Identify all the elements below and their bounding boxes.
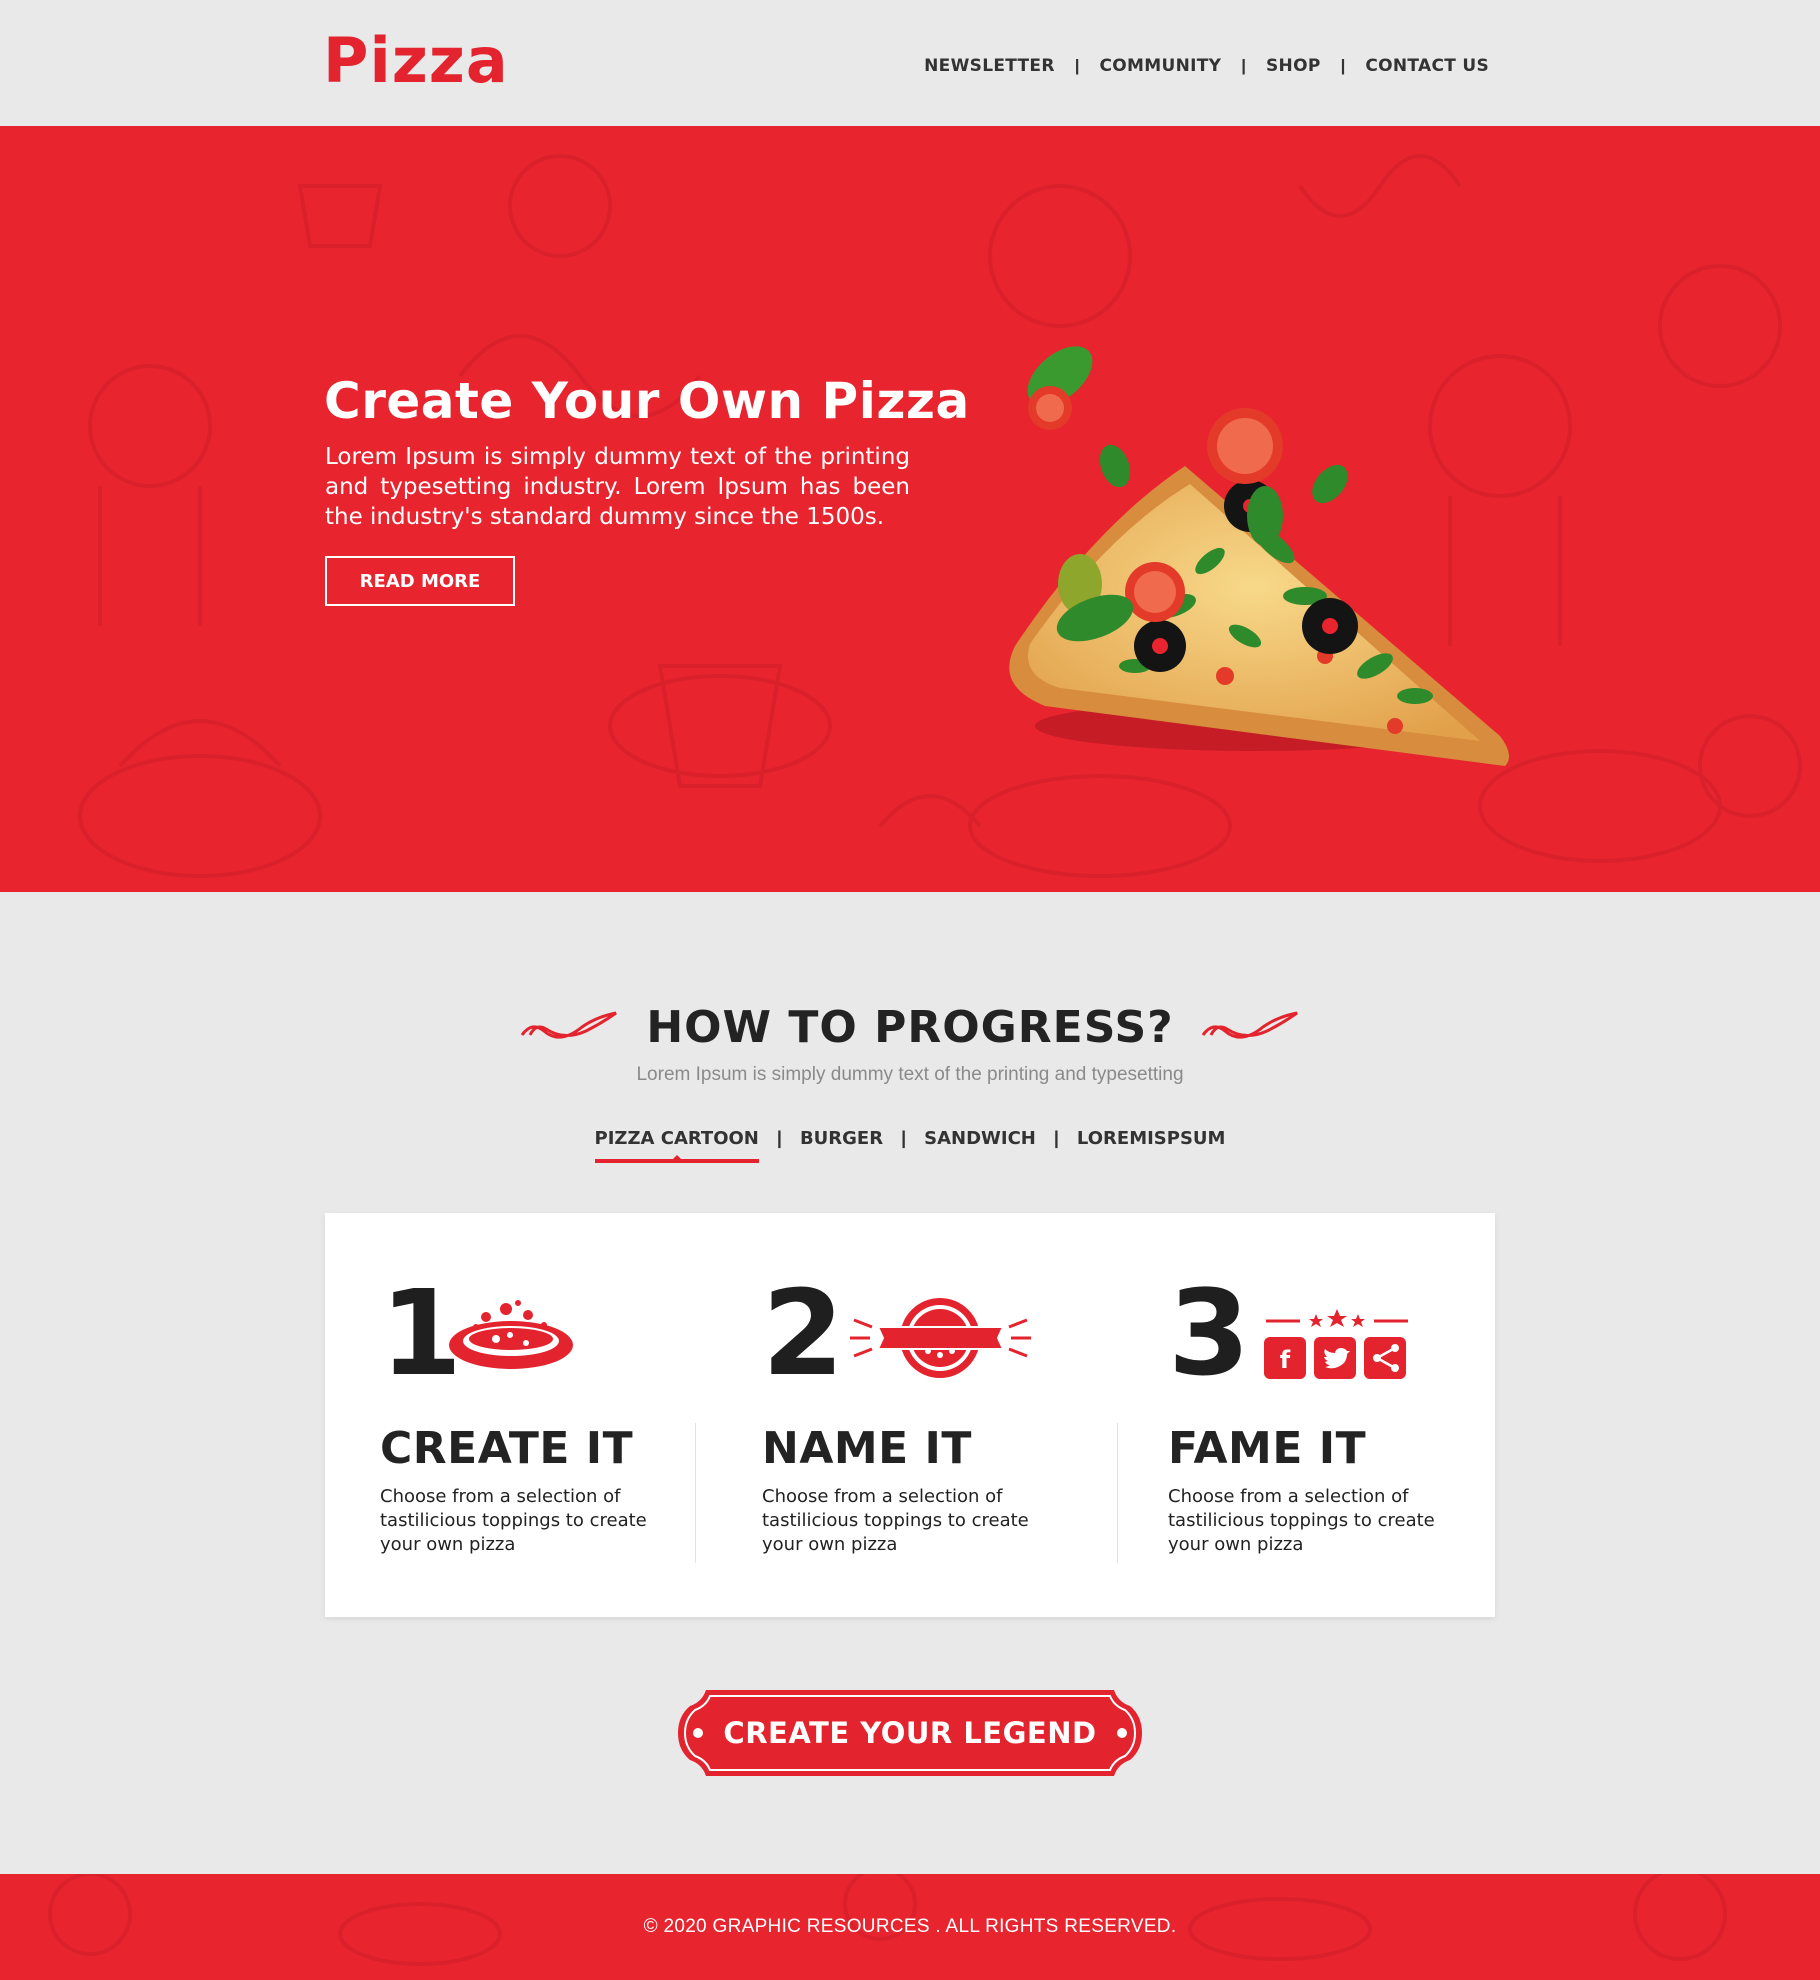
tab-separator: |	[776, 1128, 782, 1148]
pizza-icon	[449, 1300, 573, 1369]
step-description: Choose from a selection of tastilicious …	[1168, 1486, 1435, 1555]
step-create-it: 1 CREATE IT Choose from a selection of t…	[380, 1213, 700, 1617]
nav-separator: |	[1340, 56, 1346, 75]
pizza-slice-image	[1009, 346, 1509, 766]
hero-title: Create Your Own Pizza	[324, 372, 970, 430]
category-tabs: PIZZA CARTOON | BURGER | SANDWICH | LORE…	[0, 1128, 1820, 1163]
steps-card: 1 CREATE IT Choose from a selection of t…	[325, 1213, 1495, 1617]
step-name-it: 2 NAME IT Choose from a selection of tas…	[762, 1213, 1082, 1617]
step-divider	[1117, 1423, 1118, 1563]
hero-description: Lorem Ipsum is simply dummy text of the …	[325, 444, 910, 530]
site-header: Pizza NEWSLETTER | COMMUNITY | SHOP | CO…	[0, 0, 1820, 126]
svg-text:f: f	[1280, 1346, 1291, 1374]
tab-sandwich[interactable]: SANDWICH	[924, 1128, 1036, 1163]
site-logo[interactable]: Pizza	[323, 26, 509, 96]
step-title: NAME IT	[762, 1423, 972, 1474]
tab-loremispsum[interactable]: LOREMISPSUM	[1077, 1128, 1226, 1163]
pizza-badge-icon	[850, 1298, 1031, 1378]
step-description: Choose from a selection of tastilicious …	[762, 1486, 1029, 1555]
section-heading: HOW TO PROGRESS?	[0, 1002, 1820, 1053]
step-fame-it: 3 f FAME IT Choose from a selection of t…	[1168, 1213, 1488, 1617]
step-title: CREATE IT	[380, 1423, 634, 1474]
read-more-button[interactable]: READ MORE	[325, 556, 515, 606]
step-title: FAME IT	[1168, 1423, 1367, 1474]
site-footer: © 2020 GRAPHIC RESOURCES . ALL RIGHTS RE…	[0, 1874, 1820, 1980]
nav-separator: |	[1074, 56, 1080, 75]
nav-newsletter[interactable]: NEWSLETTER	[924, 56, 1055, 76]
nav-contact-us[interactable]: CONTACT US	[1365, 56, 1489, 76]
flourish-left-icon	[521, 1011, 618, 1038]
step-number: 3	[1168, 1264, 1250, 1402]
tab-burger[interactable]: BURGER	[800, 1128, 883, 1163]
step-description: Choose from a selection of tastilicious …	[380, 1486, 647, 1555]
flourish-right-icon	[1201, 1011, 1298, 1038]
nav-community[interactable]: COMMUNITY	[1100, 56, 1222, 76]
main-nav: NEWSLETTER | COMMUNITY | SHOP | CONTACT …	[924, 56, 1489, 76]
copyright-text: © 2020 GRAPHIC RESOURCES . ALL RIGHTS RE…	[643, 1916, 1177, 1937]
section-subtitle: Lorem Ipsum is simply dummy text of the …	[636, 1064, 1184, 1085]
tab-pizza-cartoon[interactable]: PIZZA CARTOON	[594, 1128, 760, 1163]
social-share-icon: f	[1264, 1309, 1408, 1379]
step-divider	[695, 1423, 696, 1563]
create-legend-button[interactable]: CREATE YOUR LEGEND	[676, 1686, 1144, 1780]
section-title: HOW TO PROGRESS?	[646, 1002, 1174, 1053]
nav-shop[interactable]: SHOP	[1266, 56, 1321, 76]
step-number: 2	[762, 1264, 844, 1402]
tab-separator: |	[1053, 1128, 1059, 1148]
food-doodle-pattern	[78, 154, 1802, 878]
tab-separator: |	[901, 1128, 907, 1148]
cta-label: CREATE YOUR LEGEND	[723, 1716, 1097, 1750]
nav-separator: |	[1241, 56, 1246, 75]
hero-banner: Create Your Own Pizza Lorem Ipsum is sim…	[0, 126, 1820, 892]
